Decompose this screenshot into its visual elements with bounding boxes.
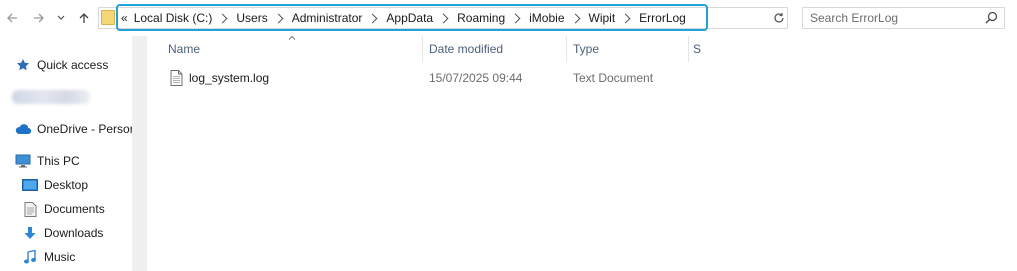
sidebar-item-label: Desktop [44,178,89,192]
search-box[interactable] [802,7,1005,29]
refresh-button[interactable] [770,9,788,27]
blurred-sidebar-item [12,90,90,104]
file-type: Text Document [573,71,654,85]
text-file-icon [170,70,183,89]
documents-icon [21,201,39,217]
sidebar-item-onedrive[interactable]: OneDrive - Persor [14,119,134,139]
column-header-name[interactable]: Name [168,42,200,56]
sidebar-item-label: Documents [44,202,105,216]
file-name[interactable]: log_system.log [189,71,269,85]
column-divider[interactable] [688,36,689,62]
column-header-type[interactable]: Type [573,42,599,56]
refresh-icon [774,13,784,23]
search-icon[interactable] [985,11,998,27]
sidebar-item-label: This PC [37,154,80,168]
sidebar-item-label: Music [44,250,76,264]
sidebar-item-music[interactable]: Music [21,247,75,267]
table-row[interactable]: log_system.log 15/07/2025 09:44 Text Doc… [160,67,860,89]
up-button[interactable] [76,9,92,27]
chevron-down-icon [57,15,65,20]
column-divider[interactable] [422,36,423,62]
sidebar-item-label: OneDrive - Persor [37,122,134,136]
sidebar-item-label: Quick access [37,58,109,72]
sidebar-item-documents[interactable]: Documents [21,199,105,219]
monitor-icon [14,153,32,169]
sidebar-item-desktop[interactable]: Desktop [21,175,88,195]
column-header-size[interactable]: S [693,42,701,56]
sidebar-item-downloads[interactable]: Downloads [21,223,103,243]
search-input[interactable] [810,11,980,25]
cloud-icon [14,121,32,137]
download-arrow-icon [21,225,39,241]
sort-ascending-icon [288,35,296,40]
back-button[interactable] [4,9,20,27]
sidebar-item-quick-access[interactable]: Quick access [14,55,108,75]
star-icon [14,57,32,73]
column-headers: Name Date modified Type S [147,36,1017,62]
folder-icon [101,10,115,25]
file-date-modified: 15/07/2025 09:44 [429,71,523,85]
column-header-date[interactable]: Date modified [429,42,503,56]
sidebar-item-label: Downloads [44,226,104,240]
recent-locations-button[interactable] [53,9,69,27]
column-divider[interactable] [566,36,567,62]
forward-button[interactable] [31,9,47,27]
sidebar-item-this-pc[interactable]: This PC [14,151,80,171]
music-note-icon [21,249,39,265]
up-arrow-icon [79,13,89,23]
back-arrow-icon [7,13,17,23]
address-highlight [116,4,708,31]
sidebar-scrollbar[interactable] [132,36,147,271]
forward-arrow-icon [34,13,44,23]
desktop-icon [21,177,39,193]
